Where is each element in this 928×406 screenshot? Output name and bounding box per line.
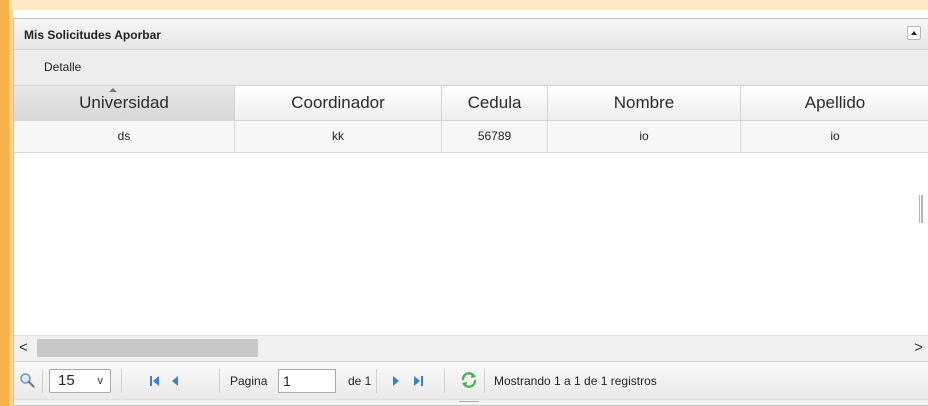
pager-separator (376, 369, 377, 393)
table-cell-cedula: 56789 (442, 121, 548, 152)
horizontal-scrollbar[interactable]: < > (14, 335, 928, 361)
grid-title: Mis Solicitudes Aporbar (24, 28, 161, 42)
pagina-label: Pagina (230, 374, 268, 388)
grid-toolbar: Detalle (14, 50, 928, 86)
rows-per-page-value: 15 (58, 372, 75, 389)
column-header-row: Universidad Coordinador Cedula Nombre Ap… (14, 86, 928, 121)
pager-footer (14, 399, 928, 405)
table-row[interactable]: ds kk 56789 io io (14, 121, 928, 153)
next-page-icon[interactable] (388, 373, 404, 389)
records-status: Mostrando 1 a 1 de 1 registros (494, 374, 657, 388)
pager-separator (444, 369, 445, 393)
column-header-cedula[interactable]: Cedula (442, 86, 548, 121)
grid-body-empty (14, 153, 928, 353)
prev-page-icon[interactable] (167, 373, 183, 389)
chevron-down-icon: v (97, 375, 104, 387)
column-header-apellido[interactable]: Apellido (741, 86, 928, 121)
data-grid: Mis Solicitudes Aporbar Detalle Universi… (13, 18, 928, 406)
total-pages-label: de 1 (348, 374, 372, 388)
search-icon[interactable] (19, 372, 35, 388)
pager-separator (219, 369, 220, 393)
first-page-icon[interactable] (147, 373, 163, 389)
column-header-label: Universidad (79, 93, 169, 112)
column-header-universidad[interactable]: Universidad (14, 86, 235, 121)
pager-separator (484, 369, 485, 393)
column-header-label: Coordinador (291, 93, 385, 112)
pager-bar: 15 v Pagina de 1 Mostr (14, 361, 928, 399)
page-number-input[interactable] (278, 369, 336, 393)
table-cell-apellido: io (830, 129, 840, 143)
scroll-right-icon[interactable]: > (914, 340, 923, 356)
table-cell-universidad: ds (14, 121, 235, 152)
scroll-left-icon[interactable]: < (19, 340, 28, 356)
grid-caption: Mis Solicitudes Aporbar (14, 19, 928, 50)
column-header-label: Apellido (804, 93, 866, 112)
collapse-icon[interactable] (907, 26, 921, 40)
column-header-nombre[interactable]: Nombre (548, 86, 741, 121)
refresh-icon[interactable] (460, 371, 478, 389)
table-cell-nombre: io (548, 121, 741, 152)
pager-separator (42, 369, 43, 393)
rows-per-page-select[interactable]: 15 v (49, 369, 111, 393)
top-strip (0, 0, 928, 10)
pager-separator (121, 369, 122, 393)
table-cell-coordinador: kk (235, 121, 442, 152)
detalle-button[interactable]: Detalle (44, 60, 81, 74)
scrollbar-thumb[interactable] (37, 339, 258, 357)
column-header-label: Cedula (467, 93, 522, 112)
sort-ascending-icon (109, 88, 117, 92)
resize-grip-horizontal-icon[interactable] (459, 401, 479, 405)
left-accent-bar (0, 0, 9, 406)
last-page-icon[interactable] (410, 373, 426, 389)
column-header-coordinador[interactable]: Coordinador (235, 86, 442, 121)
column-header-label: Nombre (613, 93, 675, 112)
resize-grip-icon[interactable] (919, 195, 923, 223)
